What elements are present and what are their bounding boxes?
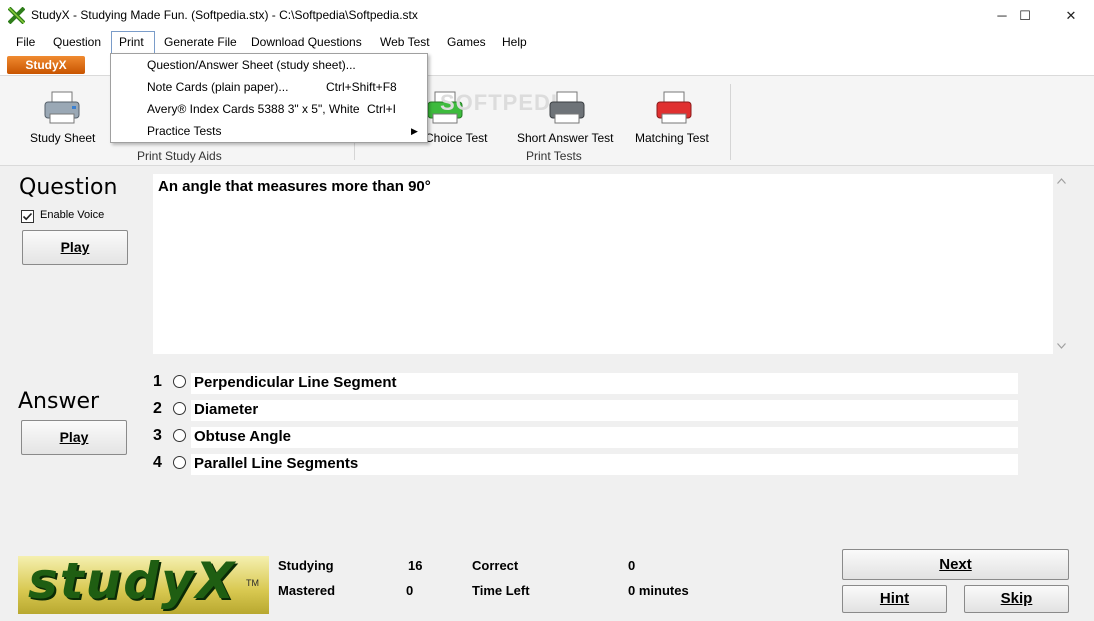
question-text-box[interactable]: An angle that measures more than 90° — [153, 174, 1070, 354]
studyx-logo: studyX TM — [18, 556, 269, 614]
next-button[interactable]: Next — [842, 549, 1069, 580]
answer-number: 2 — [153, 400, 162, 417]
time-left-value: 0 minutes — [628, 583, 689, 598]
answer-play-button[interactable]: Play — [21, 420, 127, 455]
menu-download-questions[interactable]: Download Questions — [244, 31, 369, 54]
answer-field: Diameter — [191, 400, 1018, 421]
checkbox-checked-icon — [21, 210, 34, 223]
logo-text: studyX — [28, 556, 237, 610]
time-left-label: Time Left — [472, 583, 530, 598]
study-sheet-label: Study Sheet — [30, 131, 96, 145]
gray-printer-icon — [549, 91, 585, 124]
studyx-app-icon — [8, 7, 25, 24]
title-bar: StudyX - Studying Made Fun. (Softpedia.s… — [0, 0, 1094, 31]
maximize-button[interactable]: ☐ — [1002, 0, 1048, 31]
menu-item-question-answer-sheet[interactable]: Question/Answer Sheet (study sheet)... — [111, 54, 427, 76]
mastered-label: Mastered — [278, 583, 336, 598]
menu-item-label: Question/Answer Sheet (study sheet)... — [147, 58, 356, 72]
correct-value: 0 — [628, 558, 636, 573]
menu-web-test[interactable]: Web Test — [373, 31, 437, 54]
short-answer-test-button[interactable]: Short Answer Test — [515, 84, 619, 146]
question-heading: Question — [19, 175, 118, 200]
menu-item-label: Avery® Index Cards 5388 3" x 5", White — [147, 102, 360, 116]
red-printer-icon — [656, 91, 692, 124]
answer-number: 4 — [153, 454, 162, 471]
answer-radio[interactable] — [173, 429, 186, 442]
answer-text: Diameter — [194, 401, 259, 418]
menu-help[interactable]: Help — [495, 31, 534, 54]
menu-bar: File Question Print Generate File Downlo… — [0, 31, 1094, 54]
ribbon-group-separator — [730, 84, 731, 160]
studyx-ribbon-tab[interactable]: StudyX — [7, 56, 85, 74]
submenu-arrow-icon: ▶ — [411, 126, 418, 136]
answer-radio[interactable] — [173, 456, 186, 469]
answer-number: 3 — [153, 427, 162, 444]
mastered-value: 0 — [406, 583, 414, 598]
menu-item-label: Practice Tests — [147, 124, 222, 138]
menu-print[interactable]: Print — [111, 31, 155, 54]
answer-field: Obtuse Angle — [191, 427, 1018, 448]
menu-item-shortcut: Ctrl+I — [367, 102, 397, 116]
answer-option-1[interactable]: 1 Perpendicular Line Segment — [153, 373, 1023, 394]
question-play-button[interactable]: Play — [22, 230, 128, 265]
menu-file[interactable]: File — [9, 31, 42, 54]
answer-radio[interactable] — [173, 375, 186, 388]
question-scrollbar[interactable] — [1053, 174, 1070, 354]
window-title: StudyX - Studying Made Fun. (Softpedia.s… — [31, 8, 418, 22]
question-text: An angle that measures more than 90° — [158, 178, 431, 195]
menu-games[interactable]: Games — [440, 31, 493, 54]
menu-generate-file[interactable]: Generate File — [157, 31, 244, 54]
answer-text: Obtuse Angle — [194, 428, 291, 445]
printer-icon — [44, 91, 80, 124]
menu-question[interactable]: Question — [46, 31, 108, 54]
correct-label: Correct — [472, 558, 519, 573]
studying-value: 16 — [408, 558, 423, 573]
study-sheet-button[interactable]: Study Sheet — [24, 84, 102, 146]
studying-label: Studying — [278, 558, 334, 573]
print-dropdown-menu: Question/Answer Sheet (study sheet)... N… — [110, 53, 428, 143]
menu-item-shortcut: Ctrl+Shift+F8 — [326, 80, 397, 94]
hint-button[interactable]: Hint — [842, 585, 947, 613]
answer-heading: Answer — [18, 389, 100, 414]
answer-option-2[interactable]: 2 Diameter — [153, 400, 1023, 421]
short-answer-test-label: Short Answer Test — [517, 131, 614, 145]
matching-test-label: Matching Test — [635, 131, 709, 145]
logo-trademark: TM — [246, 578, 259, 588]
answer-number: 1 — [153, 373, 162, 390]
answer-field: Perpendicular Line Segment — [191, 373, 1018, 394]
answer-field: Parallel Line Segments — [191, 454, 1018, 475]
menu-item-practice-tests[interactable]: Practice Tests ▶ — [111, 120, 427, 142]
group-label-print-study-aids: Print Study Aids — [137, 149, 222, 163]
menu-item-label: Note Cards (plain paper)... — [147, 80, 289, 94]
answer-radio[interactable] — [173, 402, 186, 415]
scroll-down-icon[interactable] — [1057, 343, 1066, 349]
menu-item-avery-index-cards[interactable]: Avery® Index Cards 5388 3" x 5", White C… — [111, 98, 427, 120]
answer-option-4[interactable]: 4 Parallel Line Segments — [153, 454, 1023, 475]
skip-button[interactable]: Skip — [964, 585, 1069, 613]
close-button[interactable]: ✕ — [1048, 0, 1094, 31]
matching-test-button[interactable]: Matching Test — [632, 84, 718, 146]
menu-item-note-cards[interactable]: Note Cards (plain paper)... Ctrl+Shift+F… — [111, 76, 427, 98]
group-label-print-tests: Print Tests — [526, 149, 582, 163]
scroll-up-icon[interactable] — [1057, 178, 1066, 184]
enable-voice-label: Enable Voice — [40, 209, 105, 221]
answer-text: Perpendicular Line Segment — [194, 374, 397, 391]
answer-text: Parallel Line Segments — [194, 455, 359, 472]
answer-option-3[interactable]: 3 Obtuse Angle — [153, 427, 1023, 448]
